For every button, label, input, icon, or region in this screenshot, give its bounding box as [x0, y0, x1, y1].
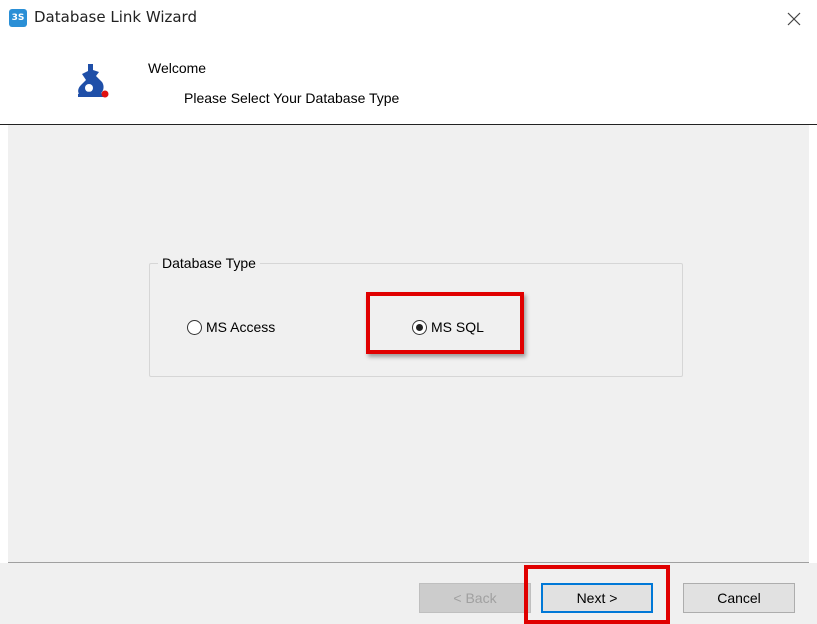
welcome-text: Welcome	[148, 60, 207, 76]
app-logo-icon	[78, 64, 109, 98]
title-bar: 3S Database Link Wizard	[0, 0, 817, 38]
app-icon: 3S	[9, 9, 27, 27]
groupbox-legend: Database Type	[158, 255, 260, 271]
close-button[interactable]	[781, 6, 807, 32]
wizard-footer: < Back Next > Cancel	[0, 563, 817, 624]
highlight-box-next	[524, 565, 670, 624]
window-title: Database Link Wizard	[34, 8, 197, 26]
back-button[interactable]: < Back	[419, 583, 531, 613]
cancel-button[interactable]: Cancel	[683, 583, 795, 613]
radio-label: MS Access	[206, 319, 276, 335]
highlight-box-ms-sql	[366, 292, 524, 354]
radio-ms-access[interactable]: MS Access	[187, 319, 275, 335]
radio-unchecked-icon	[187, 319, 202, 335]
page-subtitle: Please Select Your Database Type	[184, 90, 400, 106]
wizard-header: Welcome Please Select Your Database Type	[0, 38, 817, 124]
close-icon	[787, 12, 801, 26]
